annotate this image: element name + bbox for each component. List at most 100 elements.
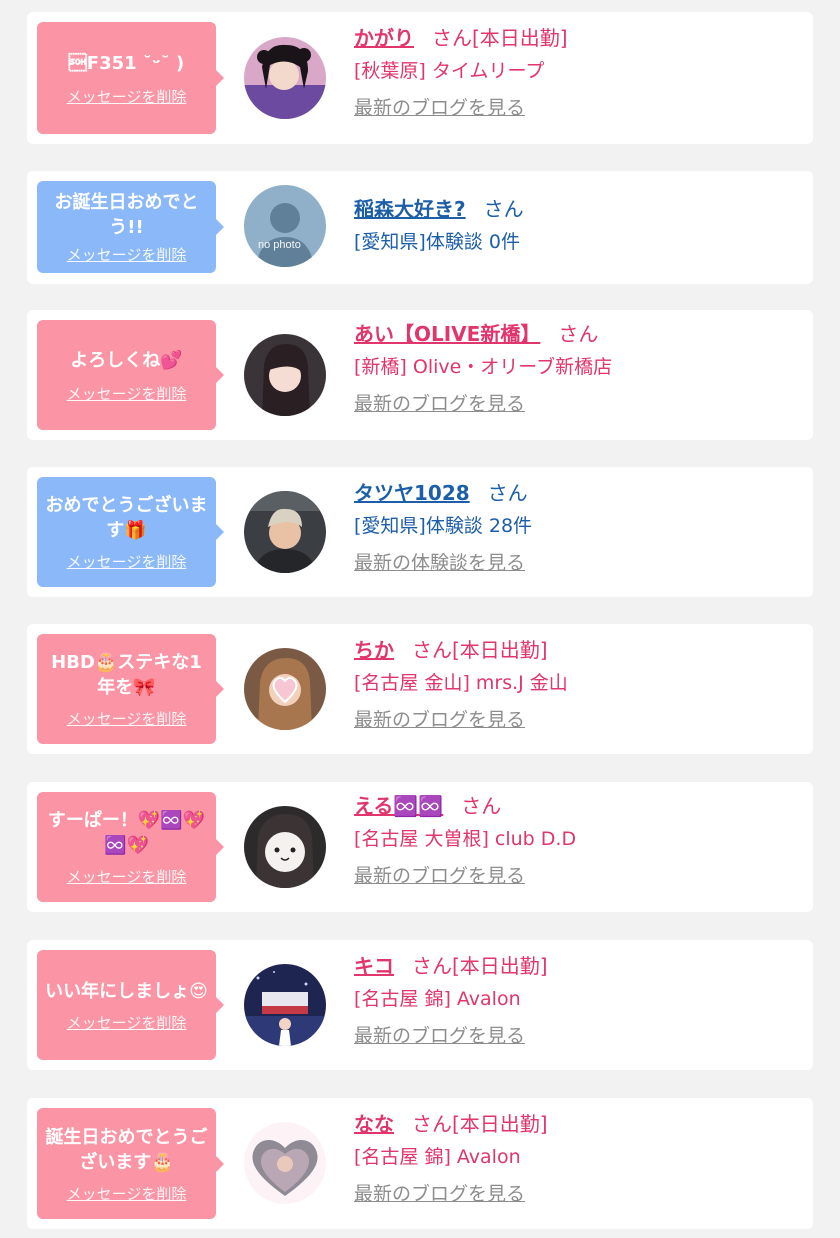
- member-name-link[interactable]: ちか: [354, 638, 394, 662]
- heart-photo-avatar-icon: [252, 1139, 318, 1196]
- member-name-link[interactable]: かがり: [354, 26, 414, 50]
- honorific: さん: [412, 638, 452, 662]
- name-line: える♾️♾️ さん: [354, 792, 803, 820]
- shop-info: [名古屋 金山] mrs.J 金山: [354, 672, 568, 694]
- message-bubble: お誕生日おめでとう!! メッセージを削除: [37, 181, 224, 273]
- delete-message-link[interactable]: メッセージを削除: [67, 553, 187, 571]
- message-bubble: F351 ˘ᵕ˘ ) メッセージを削除: [37, 22, 224, 134]
- name-line: あい【OLIVE新橋】 さん: [354, 320, 803, 348]
- message-card: よろしくね💕 メッセージを削除 あい【OLIVE新橋】 さん [新橋] Olive…: [27, 310, 813, 440]
- delete-message-link[interactable]: メッセージを削除: [67, 710, 187, 728]
- status-label: [本日出勤]: [452, 1112, 548, 1136]
- message-list: F351 ˘ᵕ˘ ) メッセージを削除 かがり さん[本日出勤] [秋葉原] タ…: [0, 0, 840, 1238]
- message-card: お誕生日おめでとう!! メッセージを削除 no photo 稲森大好き? さん […: [27, 171, 813, 284]
- honorific: さん: [487, 481, 528, 505]
- honorific: さん: [558, 322, 599, 346]
- member-info: あい【OLIVE新橋】 さん [新橋] Olive・オリーブ新橋店 最新のブログを…: [354, 320, 803, 416]
- girl-photo-avatar-icon: [244, 334, 326, 416]
- member-info: ちか さん[本日出勤] [名古屋 金山] mrs.J 金山 最新のブログを見る: [354, 636, 803, 732]
- avatar[interactable]: [244, 964, 326, 1046]
- delete-message-link[interactable]: メッセージを削除: [67, 385, 187, 403]
- shop-info: [名古屋 錦] Avalon: [354, 988, 521, 1010]
- message-bubble: 誕生日おめでとうございます🎂 メッセージを削除: [37, 1108, 224, 1219]
- avatar[interactable]: [244, 37, 326, 119]
- message-text: F351 ˘ᵕ˘ ): [68, 52, 185, 74]
- member-info: 稲森大好き? さん [愛知県]体験談 0件: [354, 195, 803, 256]
- member-name-link[interactable]: える♾️♾️: [354, 794, 443, 818]
- shop-info: [名古屋 錦] Avalon: [354, 1146, 521, 1168]
- name-line: タツヤ1028 さん: [354, 479, 803, 507]
- message-text: いい年にしましょ😍: [45, 980, 208, 1002]
- man-photo-avatar-icon: [244, 491, 326, 573]
- member-info: タツヤ1028 さん [愛知県]体験談 28件 最新の体験談を見る: [354, 479, 803, 575]
- delete-message-link[interactable]: メッセージを削除: [67, 246, 187, 264]
- message-card: いい年にしましょ😍 メッセージを削除 キコ さん[本日出勤] [名古屋 錦] Av…: [27, 940, 813, 1070]
- delete-message-link[interactable]: メッセージを削除: [67, 868, 187, 886]
- honorific: さん: [432, 26, 472, 50]
- view-latest-link[interactable]: 最新のブログを見る: [354, 96, 525, 120]
- view-latest-link[interactable]: 最新のブログを見る: [354, 708, 525, 732]
- member-name-link[interactable]: キコ: [354, 954, 394, 978]
- message-text: HBD🎂ステキな1年を🎀: [51, 652, 202, 698]
- name-line: 稲森大好き? さん: [354, 195, 803, 223]
- message-card: すーぱー！💖♾️💖♾️💖 メッセージを削除 える♾️♾️ さん [名古屋 大曽根]…: [27, 782, 813, 912]
- avatar[interactable]: [244, 1122, 326, 1204]
- message-bubble: HBD🎂ステキな1年を🎀 メッセージを削除: [37, 634, 224, 744]
- honorific: さん: [412, 954, 452, 978]
- view-latest-link[interactable]: 最新のブログを見る: [354, 392, 525, 416]
- member-info: なな さん[本日出勤] [名古屋 錦] Avalon 最新のブログを見る: [354, 1110, 803, 1206]
- shop-info: [秋葉原] タイムリープ: [354, 60, 545, 82]
- member-name-link[interactable]: タツヤ1028: [354, 481, 470, 505]
- avatar[interactable]: no photo: [244, 185, 326, 267]
- message-bubble: おめでとうございます🎁 メッセージを削除: [37, 477, 224, 587]
- message-bubble: すーぱー！💖♾️💖♾️💖 メッセージを削除: [37, 792, 224, 902]
- message-card: 誕生日おめでとうございます🎂 メッセージを削除 なな さん[本日出勤] [名古屋 …: [27, 1098, 813, 1229]
- message-card: おめでとうございます🎁 メッセージを削除 タツヤ1028 さん [愛知県]体験談 …: [27, 467, 813, 597]
- member-info: える♾️♾️ さん [名古屋 大曽根] club D.D 最新のブログを見る: [354, 792, 803, 888]
- message-text: よろしくね💕: [70, 349, 183, 371]
- delete-message-link[interactable]: メッセージを削除: [67, 1014, 187, 1032]
- shop-info: [新橋] Olive・オリーブ新橋店: [354, 356, 613, 378]
- girl-photo-avatar-icon: [244, 648, 326, 730]
- view-latest-link[interactable]: 最新のブログを見る: [354, 1024, 525, 1048]
- avatar[interactable]: [244, 334, 326, 416]
- member-info: かがり さん[本日出勤] [秋葉原] タイムリープ 最新のブログを見る: [354, 24, 803, 120]
- delete-message-link[interactable]: メッセージを削除: [67, 1185, 187, 1203]
- girl-photo-avatar-icon: [244, 806, 326, 888]
- girl-photo-avatar-icon: [244, 964, 326, 1046]
- message-card: F351 ˘ᵕ˘ ) メッセージを削除 かがり さん[本日出勤] [秋葉原] タ…: [27, 12, 813, 144]
- view-latest-link[interactable]: 最新のブログを見る: [354, 864, 525, 888]
- no-photo-caption: no photo: [258, 239, 301, 251]
- status-label: [本日出勤]: [452, 638, 548, 662]
- girl-photo-avatar-icon: [244, 37, 326, 119]
- member-name-link[interactable]: あい【OLIVE新橋】: [354, 322, 540, 346]
- name-line: ちか さん[本日出勤]: [354, 636, 803, 664]
- name-line: かがり さん[本日出勤]: [354, 24, 803, 52]
- message-text: お誕生日おめでとう!!: [54, 192, 199, 238]
- view-latest-link[interactable]: 最新のブログを見る: [354, 1182, 525, 1206]
- honorific: さん: [483, 197, 524, 221]
- status-label: [本日出勤]: [452, 954, 548, 978]
- message-text: すーぱー！💖♾️💖♾️💖: [47, 810, 206, 856]
- view-latest-link[interactable]: 最新の体験談を見る: [354, 551, 525, 575]
- shop-info: [名古屋 大曽根] club D.D: [354, 828, 577, 850]
- honorific: さん: [461, 794, 502, 818]
- review-info: [愛知県]体験談 28件: [354, 515, 533, 537]
- honorific: さん: [412, 1112, 452, 1136]
- delete-message-link[interactable]: メッセージを削除: [67, 88, 187, 106]
- member-name-link[interactable]: 稲森大好き?: [354, 197, 466, 221]
- no-photo-avatar-icon: [244, 185, 326, 267]
- message-text: 誕生日おめでとうございます🎂: [45, 1126, 208, 1173]
- name-line: キコ さん[本日出勤]: [354, 952, 803, 980]
- review-info: [愛知県]体験談 0件: [354, 231, 520, 253]
- name-line: なな さん[本日出勤]: [354, 1110, 803, 1138]
- avatar[interactable]: [244, 491, 326, 573]
- member-name-link[interactable]: なな: [354, 1112, 394, 1136]
- message-card: HBD🎂ステキな1年を🎀 メッセージを削除 ちか さん[本日出勤] [名古屋 金山…: [27, 624, 813, 754]
- avatar[interactable]: [244, 648, 326, 730]
- message-text: おめでとうございます🎁: [45, 495, 208, 541]
- message-bubble: いい年にしましょ😍 メッセージを削除: [37, 950, 224, 1060]
- avatar[interactable]: [244, 806, 326, 888]
- message-bubble: よろしくね💕 メッセージを削除: [37, 320, 224, 430]
- member-info: キコ さん[本日出勤] [名古屋 錦] Avalon 最新のブログを見る: [354, 952, 803, 1048]
